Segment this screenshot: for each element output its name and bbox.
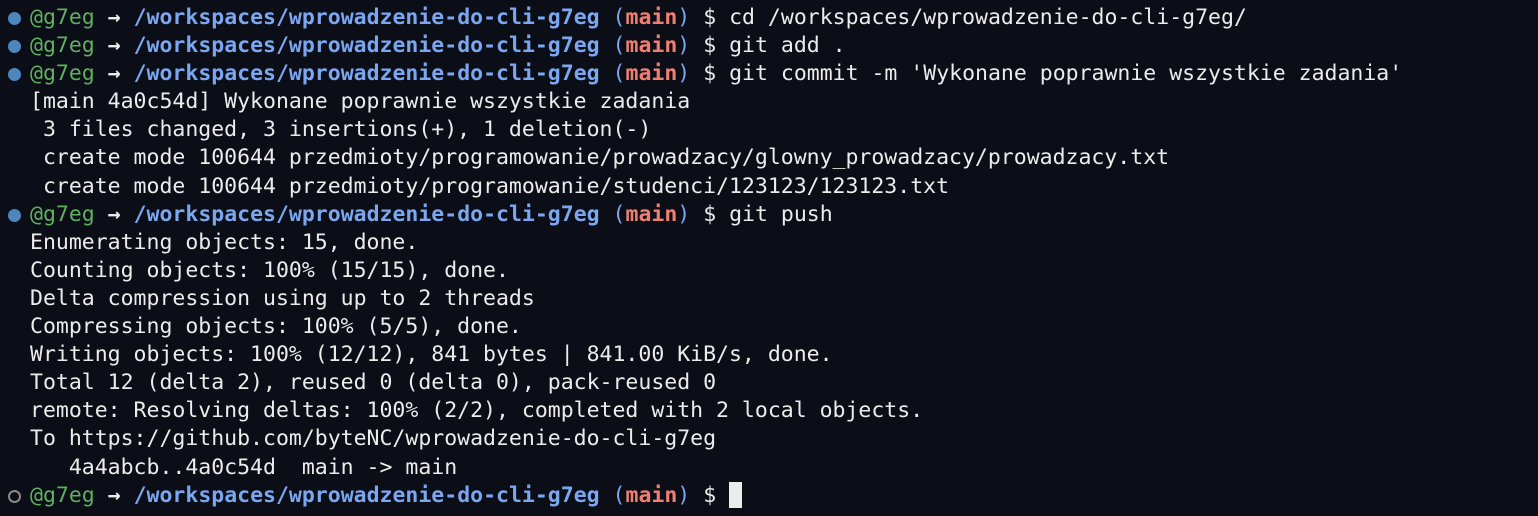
prompt-branch-close: ) — [677, 33, 691, 59]
command-output-line: 4a4abcb..4a0c54d main -> main — [30, 454, 458, 480]
command-output-line: Counting objects: 100% (15/15), done. — [30, 257, 509, 283]
prompt-branch-close: ) — [677, 482, 691, 508]
command-output-line: Delta compression using up to 2 threads — [30, 285, 535, 311]
command-output-line: To https://github.com/byteNC/wprowadzeni… — [30, 426, 717, 452]
command-text: cd /workspaces/wprowadzenie-do-cli-g7eg/ — [729, 5, 1247, 30]
command-text: git push — [729, 201, 833, 227]
command-output-line: create mode 100644 przedmioty/programowa… — [30, 173, 950, 199]
command-status-dot-icon — [8, 12, 21, 25]
command-output-line: Enumerating objects: 15, done. — [30, 229, 419, 255]
prompt-symbol: $ — [703, 5, 717, 30]
prompt-branch-open: ( — [612, 5, 626, 30]
prompt-arrow-icon: → — [107, 201, 121, 227]
prompt-branch: main — [625, 5, 678, 30]
prompt-user: @g7eg — [30, 33, 95, 59]
prompt-arrow-icon: → — [107, 33, 121, 59]
prompt-path: /workspaces/wprowadzenie-do-cli-g7eg — [133, 61, 600, 87]
prompt-line: @g7eg → /workspaces/wprowadzenie-do-cli-… — [8, 201, 1538, 229]
terminal-output: @g7eg → /workspaces/wprowadzenie-do-cli-… — [8, 4, 1538, 510]
prompt-branch-open: ( — [612, 61, 626, 87]
prompt-branch-close: ) — [677, 201, 691, 227]
command-output-line: Compressing objects: 100% (5/5), done. — [30, 314, 522, 340]
command-text: git add . — [729, 33, 846, 59]
prompt-line: @g7eg → /workspaces/wprowadzenie-do-cli-… — [8, 481, 1538, 510]
prompt-symbol: $ — [703, 482, 717, 508]
prompt-arrow-icon: → — [107, 5, 121, 30]
prompt-symbol: $ — [703, 201, 717, 227]
terminal-window[interactable]: @g7eg → /workspaces/wprowadzenie-do-cli-… — [0, 0, 1538, 516]
prompt-path: /workspaces/wprowadzenie-do-cli-g7eg — [133, 482, 600, 508]
command-output-line: Writing objects: 100% (12/12), 841 bytes… — [30, 342, 833, 368]
command-output-line: remote: Resolving deltas: 100% (2/2), co… — [30, 398, 924, 424]
prompt-branch-open: ( — [612, 482, 626, 508]
prompt-branch: main — [625, 61, 678, 87]
command-output-line: Total 12 (delta 2), reused 0 (delta 0), … — [30, 370, 717, 396]
prompt-branch-open: ( — [612, 33, 626, 59]
command-output-line: create mode 100644 przedmioty/programowa… — [30, 145, 1170, 171]
prompt-user: @g7eg — [30, 5, 95, 30]
prompt-branch-close: ) — [677, 5, 691, 30]
prompt-path: /workspaces/wprowadzenie-do-cli-g7eg — [133, 201, 600, 227]
command-output-line: [main 4a0c54d] Wykonane poprawnie wszyst… — [30, 89, 691, 115]
prompt-branch-open: ( — [612, 201, 626, 227]
prompt-line: @g7eg → /workspaces/wprowadzenie-do-cli-… — [8, 60, 1538, 88]
command-text: git commit -m 'Wykonane poprawnie wszyst… — [729, 61, 1403, 87]
prompt-arrow-icon: → — [107, 482, 121, 508]
prompt-user: @g7eg — [30, 482, 95, 508]
prompt-user: @g7eg — [30, 61, 95, 87]
prompt-arrow-icon: → — [107, 61, 121, 87]
prompt-branch: main — [625, 201, 678, 227]
prompt-user: @g7eg — [30, 201, 95, 227]
command-status-dot-icon — [8, 208, 21, 222]
command-output-line: 3 files changed, 3 insertions(+), 1 dele… — [30, 117, 652, 143]
command-status-dot-icon — [8, 40, 21, 54]
command-status-dot-icon — [8, 489, 21, 503]
prompt-line: @g7eg → /workspaces/wprowadzenie-do-cli-… — [8, 4, 1538, 32]
prompt-path: /workspaces/wprowadzenie-do-cli-g7eg — [133, 5, 600, 30]
prompt-branch-close: ) — [677, 61, 691, 87]
command-status-dot-icon — [8, 68, 21, 82]
prompt-branch: main — [625, 482, 678, 508]
prompt-path: /workspaces/wprowadzenie-do-cli-g7eg — [133, 33, 600, 59]
prompt-symbol: $ — [703, 61, 717, 87]
terminal-cursor[interactable] — [729, 481, 743, 508]
prompt-branch: main — [625, 33, 678, 59]
prompt-line: @g7eg → /workspaces/wprowadzenie-do-cli-… — [8, 32, 1538, 60]
prompt-symbol: $ — [703, 33, 717, 59]
